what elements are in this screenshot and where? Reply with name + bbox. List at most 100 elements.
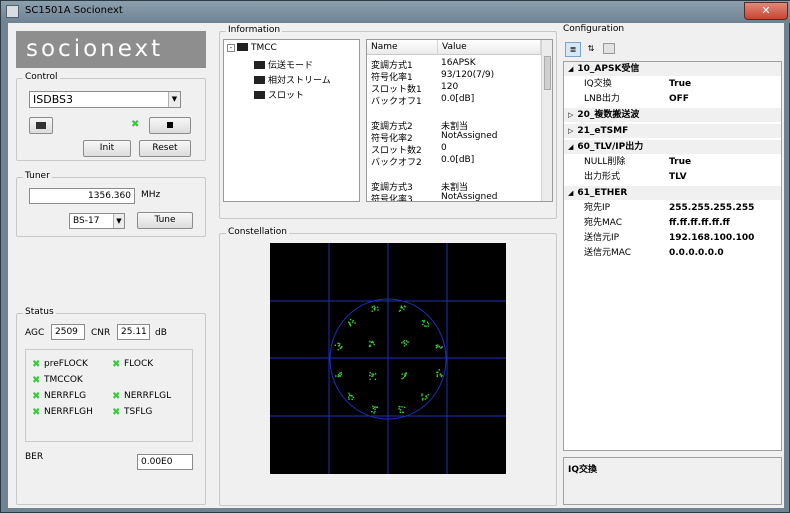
expand-arrow-icon[interactable]: ▷ bbox=[568, 111, 573, 119]
constellation-point bbox=[398, 408, 400, 410]
property-grid[interactable]: ◢ 10_APSK受信 IQ交換 True LNB出力 OFF ▷ 20_複数搬送波… bbox=[563, 61, 782, 451]
prop-value[interactable]: ff.ff.ff.ff.ff.ff bbox=[669, 216, 730, 230]
prop-value[interactable]: True bbox=[669, 155, 691, 169]
constellation-point bbox=[372, 373, 375, 376]
category-ether[interactable]: ◢ 61_ETHER bbox=[564, 186, 781, 200]
constellation-point bbox=[337, 342, 339, 344]
prop-value[interactable]: TLV bbox=[669, 170, 687, 184]
close-button[interactable]: ✕ bbox=[744, 2, 788, 20]
tree-root-label: TMCC bbox=[251, 43, 277, 53]
constellation-point bbox=[438, 345, 440, 348]
column-header-value[interactable]: Value bbox=[438, 40, 541, 55]
constellation-point bbox=[354, 322, 356, 324]
property-pages-button[interactable] bbox=[603, 43, 615, 54]
tree-item-slot[interactable]: スロット bbox=[254, 88, 304, 101]
collapse-arrow-icon[interactable]: ◢ bbox=[568, 65, 573, 73]
constellation-point bbox=[373, 305, 375, 307]
constellation-point bbox=[372, 407, 375, 410]
chevron-down-icon[interactable]: ▼ bbox=[168, 92, 180, 107]
channel-select[interactable]: BS-17 ▼ bbox=[69, 213, 125, 229]
constellation-point bbox=[374, 309, 376, 311]
constellation-point bbox=[405, 343, 407, 346]
prop-value[interactable]: 192.168.100.100 bbox=[669, 231, 754, 245]
list-cell-value: 0 bbox=[441, 143, 447, 153]
scrollbar-thumb[interactable] bbox=[544, 56, 551, 90]
constellation-point bbox=[436, 374, 438, 376]
information-group-title: Information bbox=[226, 25, 283, 35]
ber-label: BER bbox=[25, 452, 44, 462]
category-label: 10_APSK受信 bbox=[577, 64, 640, 74]
constellation-point bbox=[337, 345, 340, 347]
app-icon bbox=[6, 5, 19, 18]
flag-nerrflg: NERRFLG bbox=[44, 391, 87, 401]
frequency-input[interactable]: 1356.360 bbox=[29, 188, 135, 204]
control-group-title: Control bbox=[23, 72, 60, 82]
stop-button[interactable] bbox=[149, 117, 191, 134]
chevron-down-icon[interactable]: ▼ bbox=[113, 214, 124, 228]
constellation-point bbox=[369, 345, 372, 347]
alphabetical-sort-button[interactable]: ⇅ bbox=[583, 42, 599, 57]
tune-button[interactable]: Tune bbox=[137, 212, 193, 229]
constellation-point bbox=[403, 308, 405, 311]
category-etsmf[interactable]: ▷ 21_eTSMF bbox=[564, 124, 781, 138]
category-multicarrier[interactable]: ▷ 20_複数搬送波 bbox=[564, 108, 781, 122]
constellation-point bbox=[435, 347, 438, 349]
list-cell-name: バックオフ1 bbox=[371, 97, 422, 107]
init-button[interactable]: Init bbox=[83, 140, 131, 157]
prop-name[interactable]: NULL削除 bbox=[584, 155, 625, 169]
category-apsk[interactable]: ◢ 10_APSK受信 bbox=[564, 62, 781, 76]
title-bar[interactable]: SC1501A Socionext ✕ bbox=[1, 1, 790, 23]
constellation-point bbox=[421, 393, 423, 395]
prop-name[interactable]: 出力形式 bbox=[584, 170, 620, 184]
collapse-arrow-icon[interactable]: ◢ bbox=[568, 189, 573, 197]
prop-value[interactable]: True bbox=[669, 77, 691, 91]
tree-item-transmission-mode[interactable]: 伝送モード bbox=[254, 58, 313, 71]
prop-name[interactable]: 送信元IP bbox=[584, 231, 619, 245]
open-folder-button[interactable] bbox=[29, 117, 53, 134]
control-group: Control ISDBS3 ▼ ✖ Init Reset bbox=[16, 72, 206, 161]
category-label: 61_ETHER bbox=[577, 188, 628, 198]
tree-item-relative-stream[interactable]: 相対ストリーム bbox=[254, 73, 331, 86]
category-tlv-ip[interactable]: ◢ 60_TLV/IP出力 bbox=[564, 140, 781, 154]
constellation-point bbox=[351, 398, 353, 400]
constellation-diagram bbox=[270, 243, 506, 474]
column-header-name[interactable]: Name bbox=[367, 40, 438, 55]
constellation-point bbox=[374, 408, 376, 410]
tmccok-led-icon: ✖ bbox=[32, 375, 41, 386]
collapse-arrow-icon[interactable]: ◢ bbox=[568, 143, 573, 151]
constellation-point bbox=[423, 319, 425, 322]
prop-value[interactable]: 255.255.255.255 bbox=[669, 201, 754, 215]
tsflg-led-icon: ✖ bbox=[112, 407, 121, 418]
tmcc-tree[interactable]: - TMCC 伝送モード 相対ストリーム スロット bbox=[223, 39, 360, 202]
categorized-view-button[interactable]: ≣ bbox=[565, 42, 581, 57]
info-list-scrollbar[interactable] bbox=[541, 40, 552, 201]
constellation-point bbox=[340, 373, 342, 376]
folder-icon bbox=[254, 61, 265, 69]
prop-value[interactable]: OFF bbox=[669, 92, 689, 106]
prop-name[interactable]: 宛先IP bbox=[584, 201, 610, 215]
tuner-group: Tuner 1356.360 MHz BS-17 ▼ Tune bbox=[16, 171, 206, 237]
tree-root-tmcc[interactable]: - TMCC bbox=[227, 43, 277, 53]
agc-label: AGC bbox=[25, 328, 45, 338]
reset-button[interactable]: Reset bbox=[139, 140, 191, 157]
prop-name[interactable]: 宛先MAC bbox=[584, 216, 622, 230]
prop-value[interactable]: 0.0.0.0.0.0 bbox=[669, 246, 724, 260]
constellation-point bbox=[376, 306, 379, 308]
prop-name[interactable]: IQ交換 bbox=[584, 77, 612, 91]
expand-arrow-icon[interactable]: ▷ bbox=[568, 127, 573, 135]
constellation-point bbox=[398, 405, 400, 408]
folder-icon bbox=[237, 43, 248, 51]
constellation-point bbox=[401, 373, 403, 375]
constellation-point bbox=[438, 369, 440, 371]
cnr-value: 25.11 bbox=[117, 324, 150, 340]
constellation-point bbox=[400, 306, 402, 309]
collapse-icon[interactable]: - bbox=[227, 44, 235, 52]
prop-name[interactable]: LNB出力 bbox=[584, 92, 620, 106]
constellation-point bbox=[421, 320, 424, 322]
prop-name[interactable]: 送信元MAC bbox=[584, 246, 631, 260]
tmcc-info-list[interactable]: Name Value 変調方式1 16APSK 符号化率1 93/120(7/9… bbox=[366, 39, 553, 202]
constellation-point bbox=[349, 318, 352, 321]
cnr-unit: dB bbox=[155, 328, 167, 338]
constellation-point bbox=[349, 323, 351, 326]
device-select[interactable]: ISDBS3 ▼ bbox=[29, 91, 181, 108]
